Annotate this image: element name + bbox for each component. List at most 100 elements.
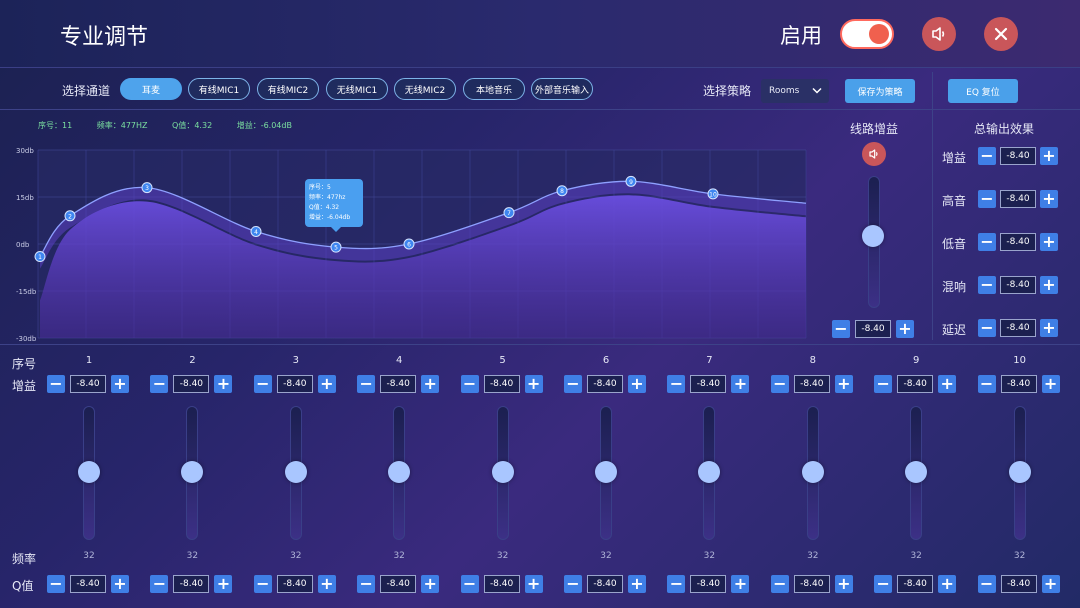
line-gain-value[interactable]: -8.40 [855,320,891,338]
band-gain-value[interactable]: -8.40 [276,375,313,393]
output-decrement-button[interactable]: − [978,147,996,165]
strategy-select[interactable]: Rooms [761,79,829,103]
band-gain-increment-button[interactable]: + [317,375,336,393]
band-q-value[interactable]: -8.40 [276,575,313,593]
band-q-value[interactable]: -8.40 [70,575,106,593]
save-strategy-button[interactable]: 保存为策略 [845,79,915,103]
band-q-value[interactable]: -8.40 [690,575,727,593]
band-gain-decrement-button[interactable]: − [874,375,893,393]
band-gain-value[interactable]: -8.40 [897,375,934,393]
band-gain-decrement-button[interactable]: − [47,375,65,393]
band-gain-increment-button[interactable]: + [1041,375,1060,393]
output-increment-button[interactable]: + [1040,147,1058,165]
band-q-increment-button[interactable]: + [421,575,440,593]
band-slider-thumb[interactable] [388,460,411,483]
band-gain-value[interactable]: -8.40 [173,375,210,393]
band-q-increment-button[interactable]: + [938,575,957,593]
band-gain-increment-button[interactable]: + [214,375,233,393]
band-q-increment-button[interactable]: + [834,575,853,593]
output-increment-button[interactable]: + [1040,190,1058,208]
band-gain-value[interactable]: -8.40 [70,375,106,393]
output-value[interactable]: -8.40 [1000,147,1036,165]
output-decrement-button[interactable]: − [978,276,996,294]
channel-tab-6[interactable]: 本地音乐 [463,78,525,100]
band-slider-thumb[interactable] [698,460,721,483]
band-gain-decrement-button[interactable]: − [150,375,169,393]
output-value[interactable]: -8.40 [1000,233,1036,251]
channel-tab-2[interactable]: 有线MIC1 [188,78,250,100]
close-button[interactable] [984,17,1018,51]
band-slider-thumb[interactable] [801,460,824,483]
output-increment-button[interactable]: + [1040,276,1058,294]
band-q-increment-button[interactable]: + [214,575,233,593]
channel-tab-3[interactable]: 有线MIC2 [257,78,319,100]
line-gain-mute-button[interactable] [862,142,886,166]
band-gain-increment-button[interactable]: + [628,375,646,393]
output-decrement-button[interactable]: − [978,319,996,337]
band-q-value[interactable]: -8.40 [1000,575,1037,593]
band-slider-thumb[interactable] [491,460,514,483]
band-q-increment-button[interactable]: + [1041,575,1060,593]
band-q-decrement-button[interactable]: − [150,575,169,593]
band-slider-thumb[interactable] [595,460,617,483]
band-slider-thumb[interactable] [1008,460,1031,483]
band-q-increment-button[interactable]: + [317,575,336,593]
band-gain-value[interactable]: -8.40 [380,375,417,393]
band-q-decrement-button[interactable]: − [253,575,272,593]
band-q-value[interactable]: -8.40 [380,575,417,593]
enable-toggle[interactable] [840,19,894,49]
band-slider-thumb[interactable] [181,460,204,483]
band-gain-value[interactable]: -8.40 [690,375,727,393]
band-gain-value[interactable]: -8.40 [483,375,520,393]
band-slider-thumb[interactable] [284,460,307,483]
band-slider-thumb[interactable] [905,460,928,483]
band-q-increment-button[interactable]: + [628,575,646,593]
band-gain-decrement-button[interactable]: − [357,375,376,393]
band-gain-decrement-button[interactable]: − [460,375,479,393]
band-gain-increment-button[interactable]: + [111,375,129,393]
channel-tab-4[interactable]: 无线MIC1 [326,78,388,100]
band-gain-value[interactable]: -8.40 [793,375,830,393]
band-gain-decrement-button[interactable]: − [770,375,789,393]
speaker-button[interactable] [922,17,956,51]
band-gain-decrement-button[interactable]: − [564,375,582,393]
band-gain-decrement-button[interactable]: − [667,375,686,393]
band-q-decrement-button[interactable]: − [460,575,479,593]
band-q-value[interactable]: -8.40 [173,575,210,593]
band-q-value[interactable]: -8.40 [793,575,830,593]
band-q-increment-button[interactable]: + [111,575,129,593]
band-q-increment-button[interactable]: + [524,575,543,593]
output-value[interactable]: -8.40 [1000,319,1036,337]
output-decrement-button[interactable]: − [978,233,996,251]
band-gain-increment-button[interactable]: + [524,375,543,393]
line-gain-increment-button[interactable]: + [896,320,914,338]
output-increment-button[interactable]: + [1040,319,1058,337]
band-gain-increment-button[interactable]: + [938,375,957,393]
band-q-decrement-button[interactable]: − [770,575,789,593]
band-gain-value[interactable]: -8.40 [1000,375,1037,393]
output-value[interactable]: -8.40 [1000,276,1036,294]
band-gain-increment-button[interactable]: + [731,375,750,393]
channel-tab-5[interactable]: 无线MIC2 [394,78,456,100]
output-increment-button[interactable]: + [1040,233,1058,251]
line-gain-decrement-button[interactable]: − [832,320,850,338]
output-value[interactable]: -8.40 [1000,190,1036,208]
band-gain-increment-button[interactable]: + [421,375,440,393]
band-gain-increment-button[interactable]: + [834,375,853,393]
band-q-decrement-button[interactable]: − [874,575,893,593]
band-q-value[interactable]: -8.40 [483,575,520,593]
output-decrement-button[interactable]: − [978,190,996,208]
band-gain-decrement-button[interactable]: − [977,375,996,393]
eq-curve-chart[interactable]: 30db 15db 0db -15db -30db 1 2 3 4 5 6 7 8 9 10 [0,140,830,345]
band-q-decrement-button[interactable]: − [357,575,376,593]
band-q-value[interactable]: -8.40 [587,575,623,593]
band-q-decrement-button[interactable]: − [564,575,582,593]
band-q-increment-button[interactable]: + [731,575,750,593]
band-q-decrement-button[interactable]: − [977,575,996,593]
channel-tab-7[interactable]: 外部音乐输入 [531,78,593,100]
line-gain-slider-thumb[interactable] [862,225,884,248]
channel-tab-1[interactable]: 耳麦 [120,78,182,100]
band-gain-value[interactable]: -8.40 [587,375,623,393]
band-q-decrement-button[interactable]: − [667,575,686,593]
band-slider-thumb[interactable] [78,460,100,483]
